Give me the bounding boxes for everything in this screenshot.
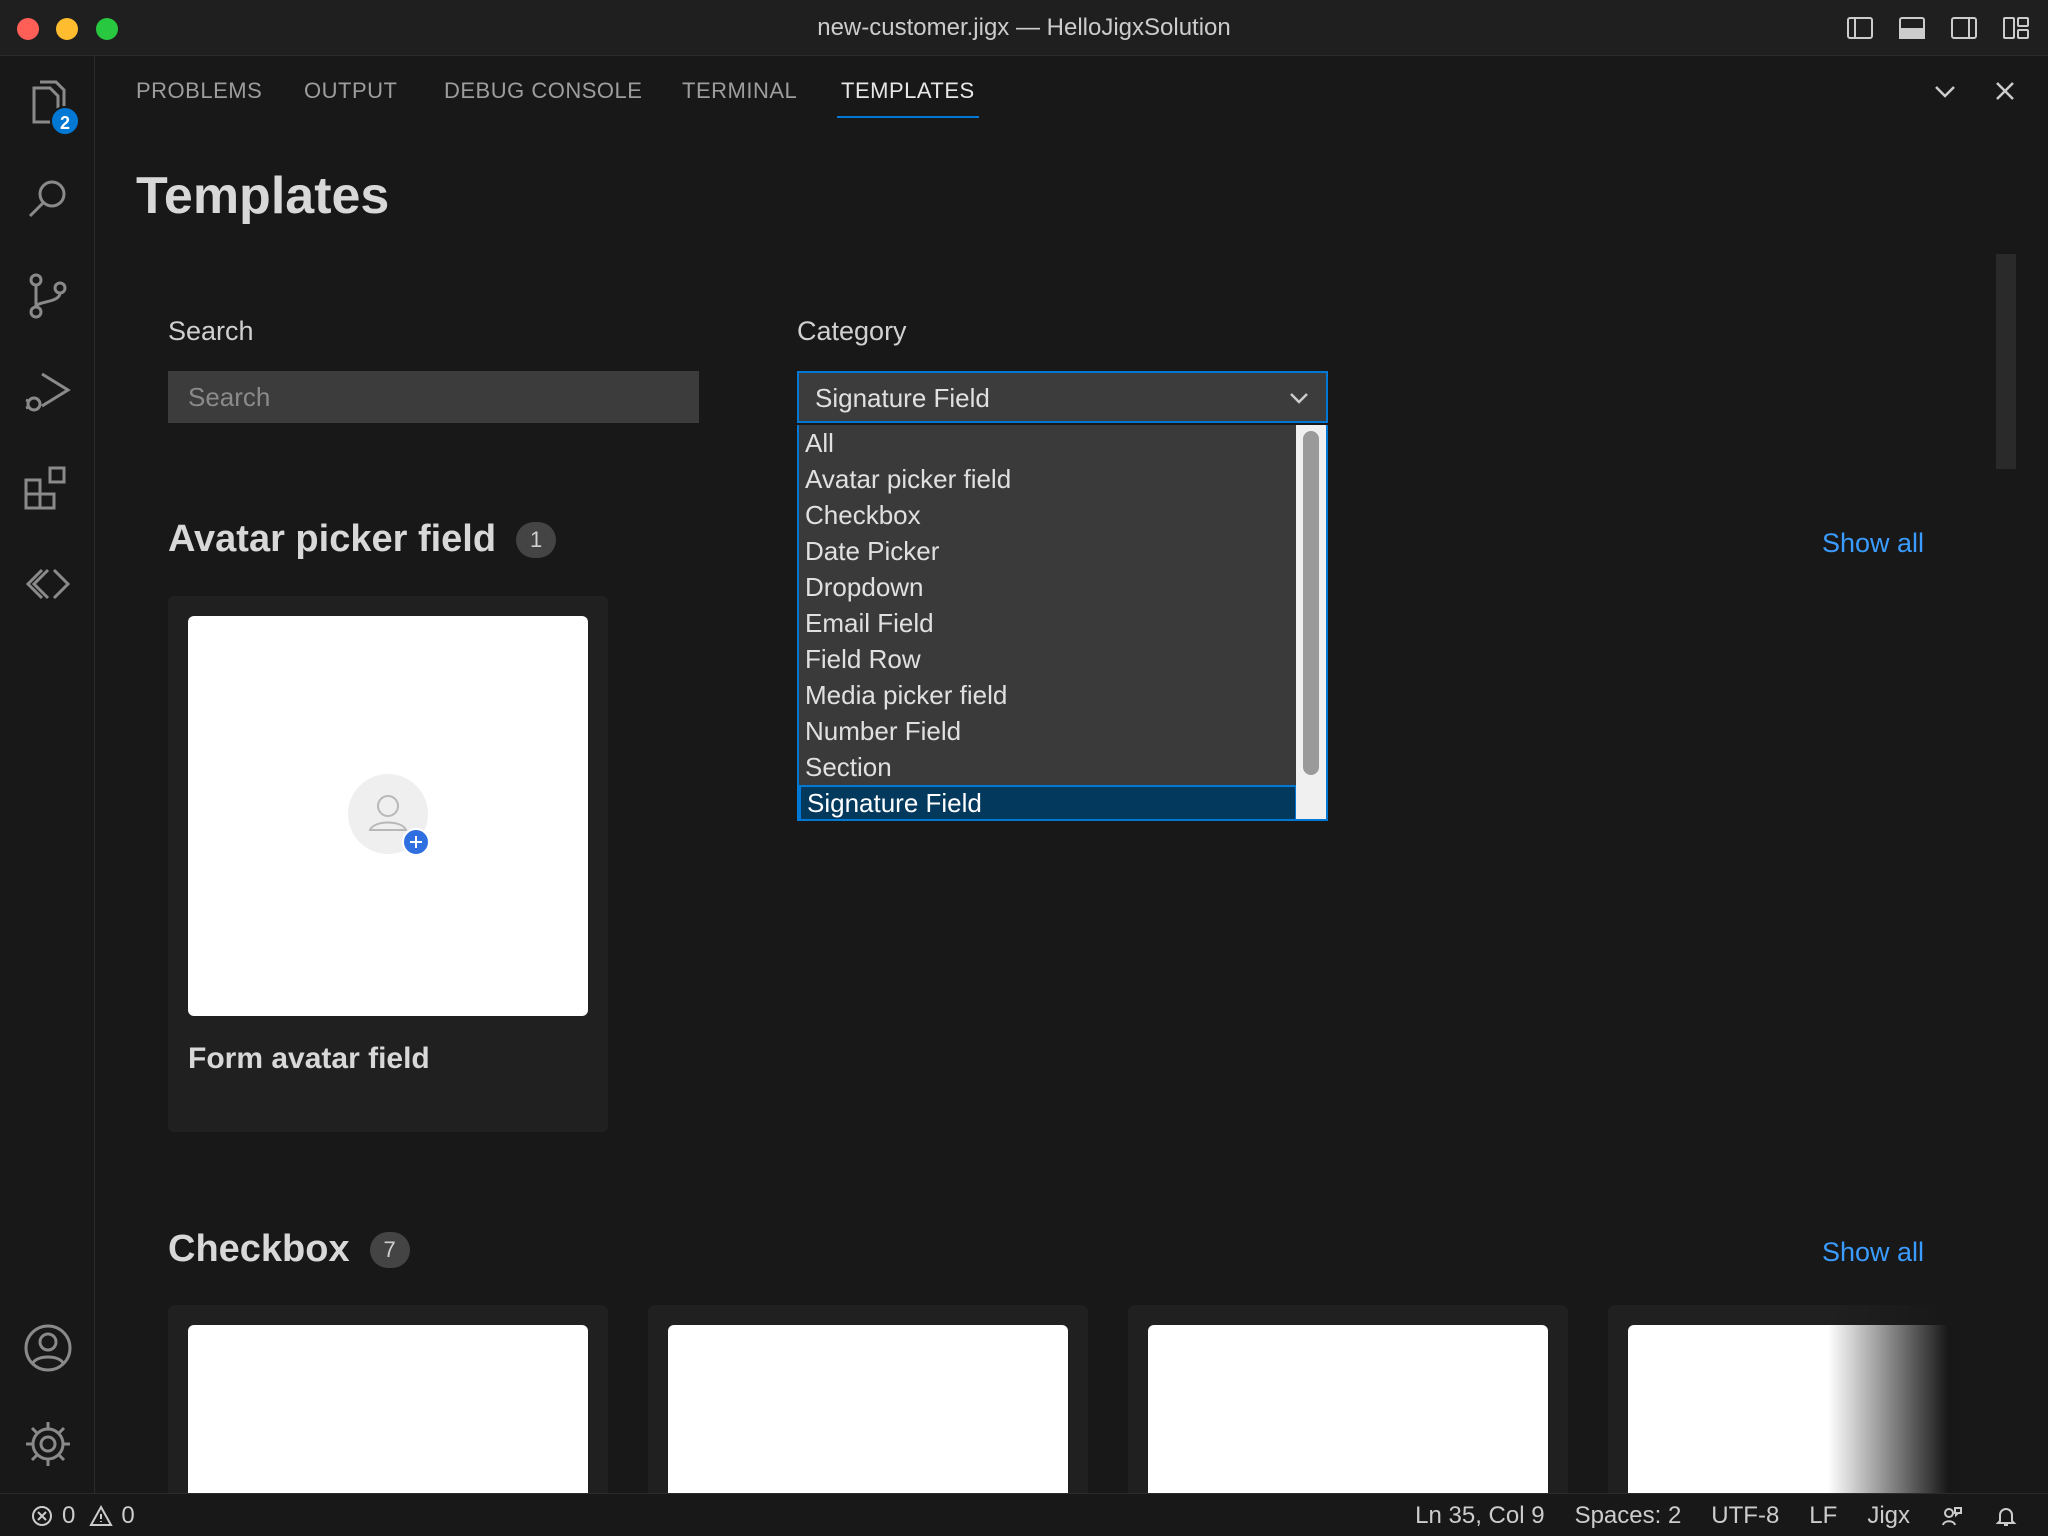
search-view-button[interactable] [20,172,76,228]
template-card[interactable] [1128,1305,1568,1493]
explorer-button[interactable]: 2 [20,76,80,136]
feedback-icon[interactable] [1940,1504,1964,1528]
category-label: Category [797,316,907,346]
error-count: 0 [62,1502,76,1529]
category-option-all[interactable]: All [799,425,1297,461]
section-count-badge: 1 [516,521,557,558]
template-preview [188,616,588,1016]
template-card[interactable] [648,1305,1088,1493]
indentation[interactable]: Spaces: 2 [1575,1502,1682,1530]
section-title: Avatar picker field [168,518,497,560]
panel-actions [1928,74,2022,108]
close-panel-icon[interactable] [1988,74,2022,108]
avatar-placeholder-icon [348,774,430,856]
section-title: Checkbox [168,1228,350,1270]
jigx-button[interactable] [20,556,76,612]
template-card-title: Form avatar field [188,1042,430,1075]
search-icon [28,180,66,218]
section-header-avatar-picker: Avatar picker field 1 [168,518,557,561]
panel-tab-bar: PROBLEMS OUTPUT DEBUG CONSOLE TERMINAL T… [96,56,2048,128]
category-option-media-picker-field[interactable]: Media picker field [799,677,1297,713]
manage-button[interactable] [20,1416,76,1472]
options-scrollbar-thumb[interactable] [1303,431,1319,775]
gear-icon [26,1422,70,1466]
category-option-number-field[interactable]: Number Field [799,713,1297,749]
category-option-avatar-picker-field[interactable]: Avatar picker field [799,461,1297,497]
category-option-checkbox[interactable]: Checkbox [799,497,1297,533]
search-input[interactable] [168,371,699,423]
run-and-debug-button[interactable] [20,364,76,420]
category-option-signature-field[interactable]: Signature Field [799,785,1297,821]
category-option-email-field[interactable]: Email Field [799,605,1297,641]
tab-output[interactable]: OUTPUT [304,78,397,118]
run-debug-icon [25,372,71,412]
category-selected-value: Signature Field [815,383,990,413]
warning-count: 0 [121,1502,135,1529]
collapse-panel-icon[interactable] [1928,74,1962,108]
template-preview [1148,1325,1548,1493]
toggle-primary-sidebar-icon[interactable] [1844,12,1876,44]
category-option-field-row[interactable]: Field Row [799,641,1297,677]
show-all-link[interactable]: Show all [1822,1237,1924,1268]
category-option-section[interactable]: Section [799,749,1297,785]
bell-icon[interactable] [1994,1504,2018,1528]
templates-view: Templates Search Category Avatar picker … [96,128,2016,1493]
search-label: Search [168,316,254,346]
template-preview [188,1325,588,1493]
end-of-line[interactable]: LF [1809,1502,1837,1530]
customize-layout-icon[interactable] [2000,12,2032,44]
page-title: Templates [136,167,390,225]
chevron-down-icon [1290,393,1308,404]
options-scrollbar[interactable] [1296,425,1326,819]
tab-terminal[interactable]: TERMINAL [682,78,797,118]
title-bar: new-customer.jigx — HelloJigxSolution [0,0,2048,56]
source-control-icon [29,273,67,319]
template-preview [668,1325,1068,1493]
activity-bar: 2 [0,56,95,1493]
status-items: Ln 35, Col 9 Spaces: 2 UTF-8 LF Jigx [1415,1502,2018,1530]
category-option-dropdown[interactable]: Dropdown [799,569,1297,605]
template-card[interactable] [1608,1305,1948,1493]
extensions-button[interactable] [20,460,76,516]
error-icon [32,1506,52,1526]
tab-templates[interactable]: TEMPLATES [837,78,979,118]
account-icon [24,1324,72,1372]
problems-summary[interactable]: 0 0 [30,1502,135,1530]
toggle-panel-icon[interactable] [1896,12,1928,44]
template-card[interactable] [168,1305,608,1493]
category-option-date-picker[interactable]: Date Picker [799,533,1297,569]
category-options-list: All Avatar picker field Checkbox Date Pi… [797,425,1328,821]
accounts-button[interactable] [20,1320,76,1376]
status-bar: 0 0 Ln 35, Col 9 Spaces: 2 UTF-8 LF Jigx [0,1493,2048,1536]
category-select[interactable]: Signature Field [797,371,1328,423]
toggle-secondary-sidebar-icon[interactable] [1948,12,1980,44]
tab-debug-console[interactable]: DEBUG CONSOLE [444,78,642,118]
cursor-position[interactable]: Ln 35, Col 9 [1415,1502,1544,1530]
source-control-button[interactable] [20,268,76,324]
extensions-icon [24,466,66,510]
language-mode[interactable]: Jigx [1867,1502,1910,1530]
encoding[interactable]: UTF-8 [1711,1502,1779,1530]
content-scrollbar[interactable] [1996,254,2016,469]
template-card[interactable]: Form avatar field [168,596,608,1132]
explorer-badge: 2 [50,106,80,136]
section-count-badge: 7 [369,1231,410,1268]
show-all-link[interactable]: Show all [1822,528,1924,559]
jigx-icon [25,568,71,600]
section-header-checkbox: Checkbox 7 [168,1228,410,1271]
tab-problems[interactable]: PROBLEMS [136,78,262,118]
warning-icon [89,1504,114,1526]
layout-controls [1844,12,2032,44]
window-title: new-customer.jigx — HelloJigxSolution [817,14,1231,41]
